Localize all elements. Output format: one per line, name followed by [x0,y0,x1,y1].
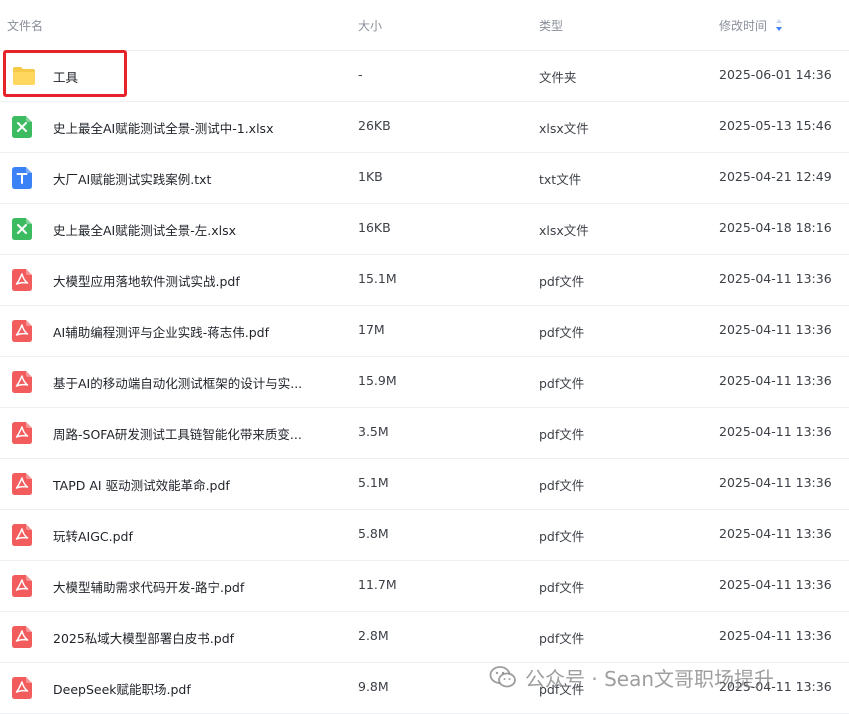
column-header-type[interactable]: 类型 [539,17,563,34]
pdf-file-icon [12,371,32,393]
file-type: pdf文件 [539,529,585,544]
file-size: - [358,67,363,82]
file-size: 2.8M [358,628,389,643]
file-modified-time: 2025-04-21 12:49 [719,169,832,184]
file-modified-time: 2025-04-18 18:16 [719,220,832,235]
file-type: xlsx文件 [539,121,589,136]
file-size: 16KB [358,220,391,235]
file-size: 9.8M [358,679,389,694]
file-row[interactable]: 玩转AIGC.pdf 5.8M pdf文件 2025-04-11 13:36 [0,509,849,561]
file-size: 15.1M [358,271,397,286]
file-name[interactable]: 2025私域大模型部署白皮书.pdf [53,628,234,647]
file-list-header: 文件名 大小 类型 修改时间 [0,0,849,51]
file-name[interactable]: TAPD AI 驱动测试效能革命.pdf [53,475,230,494]
file-size: 1KB [358,169,383,184]
file-type: pdf文件 [539,478,585,493]
pdf-file-icon [12,677,32,699]
file-type: pdf文件 [539,376,585,391]
file-row[interactable]: 史上最全AI赋能测试全景-左.xlsx 16KB xlsx文件 2025-04-18 … [0,203,849,255]
file-name[interactable]: 大厂AI赋能测试实践案例.txt [53,169,211,188]
file-name[interactable]: 大模型辅助需求代码开发-路宁.pdf [53,577,244,596]
file-modified-time: 2025-05-13 15:46 [719,118,832,133]
file-size: 17M [358,322,385,337]
file-row[interactable]: 周路-SOFA研发测试工具链智能化带来质变... 3.5M pdf文件 2025-04… [0,407,849,459]
file-type: pdf文件 [539,631,585,646]
file-type: xlsx文件 [539,223,589,238]
file-row[interactable]: 大厂AI赋能测试实践案例.txt 1KB txt文件 2025-04-21 12:49 [0,152,849,204]
file-size: 3.5M [358,424,389,439]
file-type: pdf文件 [539,325,585,340]
file-size: 26KB [358,118,391,133]
file-row[interactable]: 史上最全AI赋能测试全景-测试中-1.xlsx 26KB xlsx文件 2025-05… [0,101,849,153]
file-name[interactable]: 周路-SOFA研发测试工具链智能化带来质变... [53,424,302,443]
file-size: 11.7M [358,577,397,592]
excel-file-icon [12,116,32,138]
file-row[interactable]: AI辅助编程测评与企业实践-蒋志伟.pdf 17M pdf文件 2025-04-11 … [0,305,849,357]
watermark-text: 公众号 · Sean文哥职场提升 [525,666,775,691]
column-header-name[interactable]: 文件名 [7,17,43,34]
column-header-size[interactable]: 大小 [358,17,382,34]
column-header-modified[interactable]: 修改时间 [719,17,767,34]
wechat-icon [489,666,516,688]
pdf-file-icon [12,473,32,495]
watermark: 公众号 · Sean文哥职场提升 [489,662,774,692]
file-row[interactable]: 基于AI的移动端自动化测试框架的设计与实... 15.9M pdf文件 2025-04… [0,356,849,408]
file-modified-time: 2025-04-11 13:36 [719,271,832,286]
text-file-icon [12,167,32,189]
file-modified-time: 2025-04-11 13:36 [719,424,832,439]
pdf-file-icon [12,524,32,546]
file-name[interactable]: 史上最全AI赋能测试全景-测试中-1.xlsx [53,118,273,137]
file-modified-time: 2025-04-11 13:36 [719,577,832,592]
file-row[interactable]: TAPD AI 驱动测试效能革命.pdf 5.1M pdf文件 2025-04-11 … [0,458,849,510]
file-name[interactable]: 史上最全AI赋能测试全景-左.xlsx [53,220,236,239]
file-row[interactable]: 大模型辅助需求代码开发-路宁.pdf 11.7M pdf文件 2025-04-11 1… [0,560,849,612]
file-modified-time: 2025-04-11 13:36 [719,526,832,541]
file-name[interactable]: AI辅助编程测评与企业实践-蒋志伟.pdf [53,322,269,341]
file-type: 文件夹 [539,70,577,85]
excel-file-icon [12,218,32,240]
pdf-file-icon [12,626,32,648]
highlight-annotation [3,50,127,97]
file-size: 5.8M [358,526,389,541]
file-modified-time: 2025-04-11 13:36 [719,628,832,643]
file-modified-time: 2025-04-11 13:36 [719,322,832,337]
file-type: pdf文件 [539,274,585,289]
file-size: 15.9M [358,373,397,388]
file-row[interactable]: 2025私域大模型部署白皮书.pdf 2.8M pdf文件 2025-04-11 13… [0,611,849,663]
file-modified-time: 2025-04-11 13:36 [719,475,832,490]
file-modified-time: 2025-06-01 14:36 [719,67,832,82]
file-name[interactable]: 大模型应用落地软件测试实战.pdf [53,271,240,290]
file-row[interactable]: 大模型应用落地软件测试实战.pdf 15.1M pdf文件 2025-04-11 13… [0,254,849,306]
pdf-file-icon [12,575,32,597]
file-name[interactable]: DeepSeek赋能职场.pdf [53,679,191,698]
file-type: pdf文件 [539,427,585,442]
file-row[interactable]: 工具 - 文件夹 2025-06-01 14:36 [0,50,849,102]
file-modified-time: 2025-04-11 13:36 [719,373,832,388]
sort-icon[interactable] [775,18,783,32]
file-type: txt文件 [539,172,582,187]
file-type: pdf文件 [539,580,585,595]
pdf-file-icon [12,269,32,291]
pdf-file-icon [12,422,32,444]
file-size: 5.1M [358,475,389,490]
file-name[interactable]: 基于AI的移动端自动化测试框架的设计与实... [53,373,302,392]
pdf-file-icon [12,320,32,342]
file-name[interactable]: 玩转AIGC.pdf [53,526,133,545]
